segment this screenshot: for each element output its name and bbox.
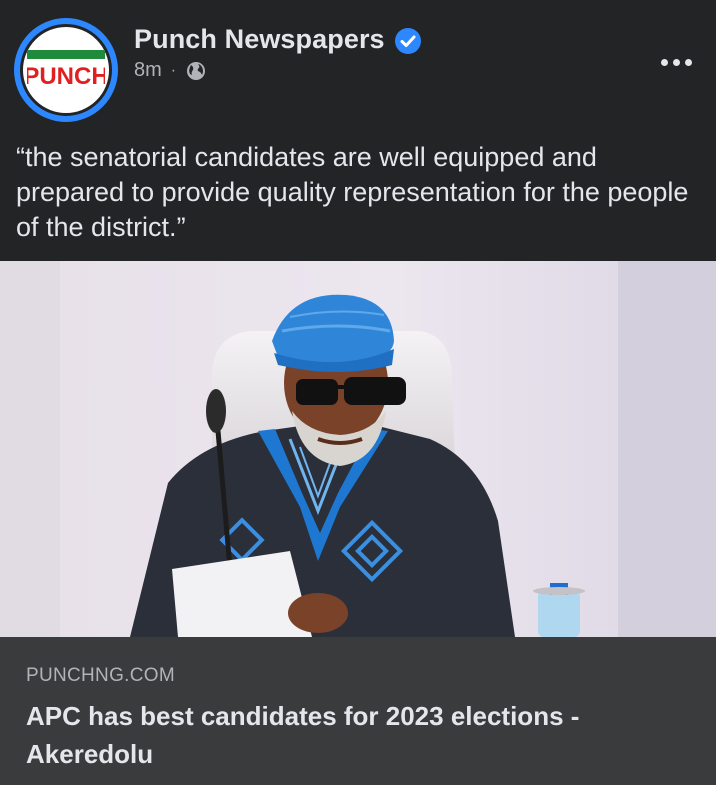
- link-title: APC has best candidates for 2023 electio…: [26, 701, 580, 769]
- post-text: “the senatorial candidates are well equi…: [16, 142, 689, 242]
- verified-badge-icon: [395, 28, 421, 54]
- page-avatar[interactable]: PUNCH: [14, 18, 118, 122]
- post-meta: 8m ·: [134, 59, 206, 82]
- punch-logo: PUNCH: [27, 50, 105, 90]
- link-domain: PUNCHNG.COM: [26, 665, 175, 686]
- meta-separator: ·: [170, 61, 177, 79]
- photo-illustration: [0, 261, 716, 637]
- page-name-link[interactable]: Punch Newspapers: [134, 24, 385, 55]
- svg-text:PUNCH: PUNCH: [27, 63, 105, 90]
- post-header: PUNCH Punch Newspapers 8m ·: [0, 0, 716, 130]
- more-dot-3: [684, 58, 692, 66]
- more-dot-1: [660, 58, 668, 66]
- link-preview-card[interactable]: PUNCHNG.COM APC has best candidates for …: [0, 637, 716, 785]
- post-image[interactable]: [0, 261, 716, 637]
- post-timestamp[interactable]: 8m: [134, 59, 162, 82]
- globe-icon[interactable]: [186, 61, 206, 81]
- more-dot-2: [672, 58, 680, 66]
- more-options-button[interactable]: [652, 50, 700, 74]
- avatar-inner: PUNCH: [20, 24, 112, 116]
